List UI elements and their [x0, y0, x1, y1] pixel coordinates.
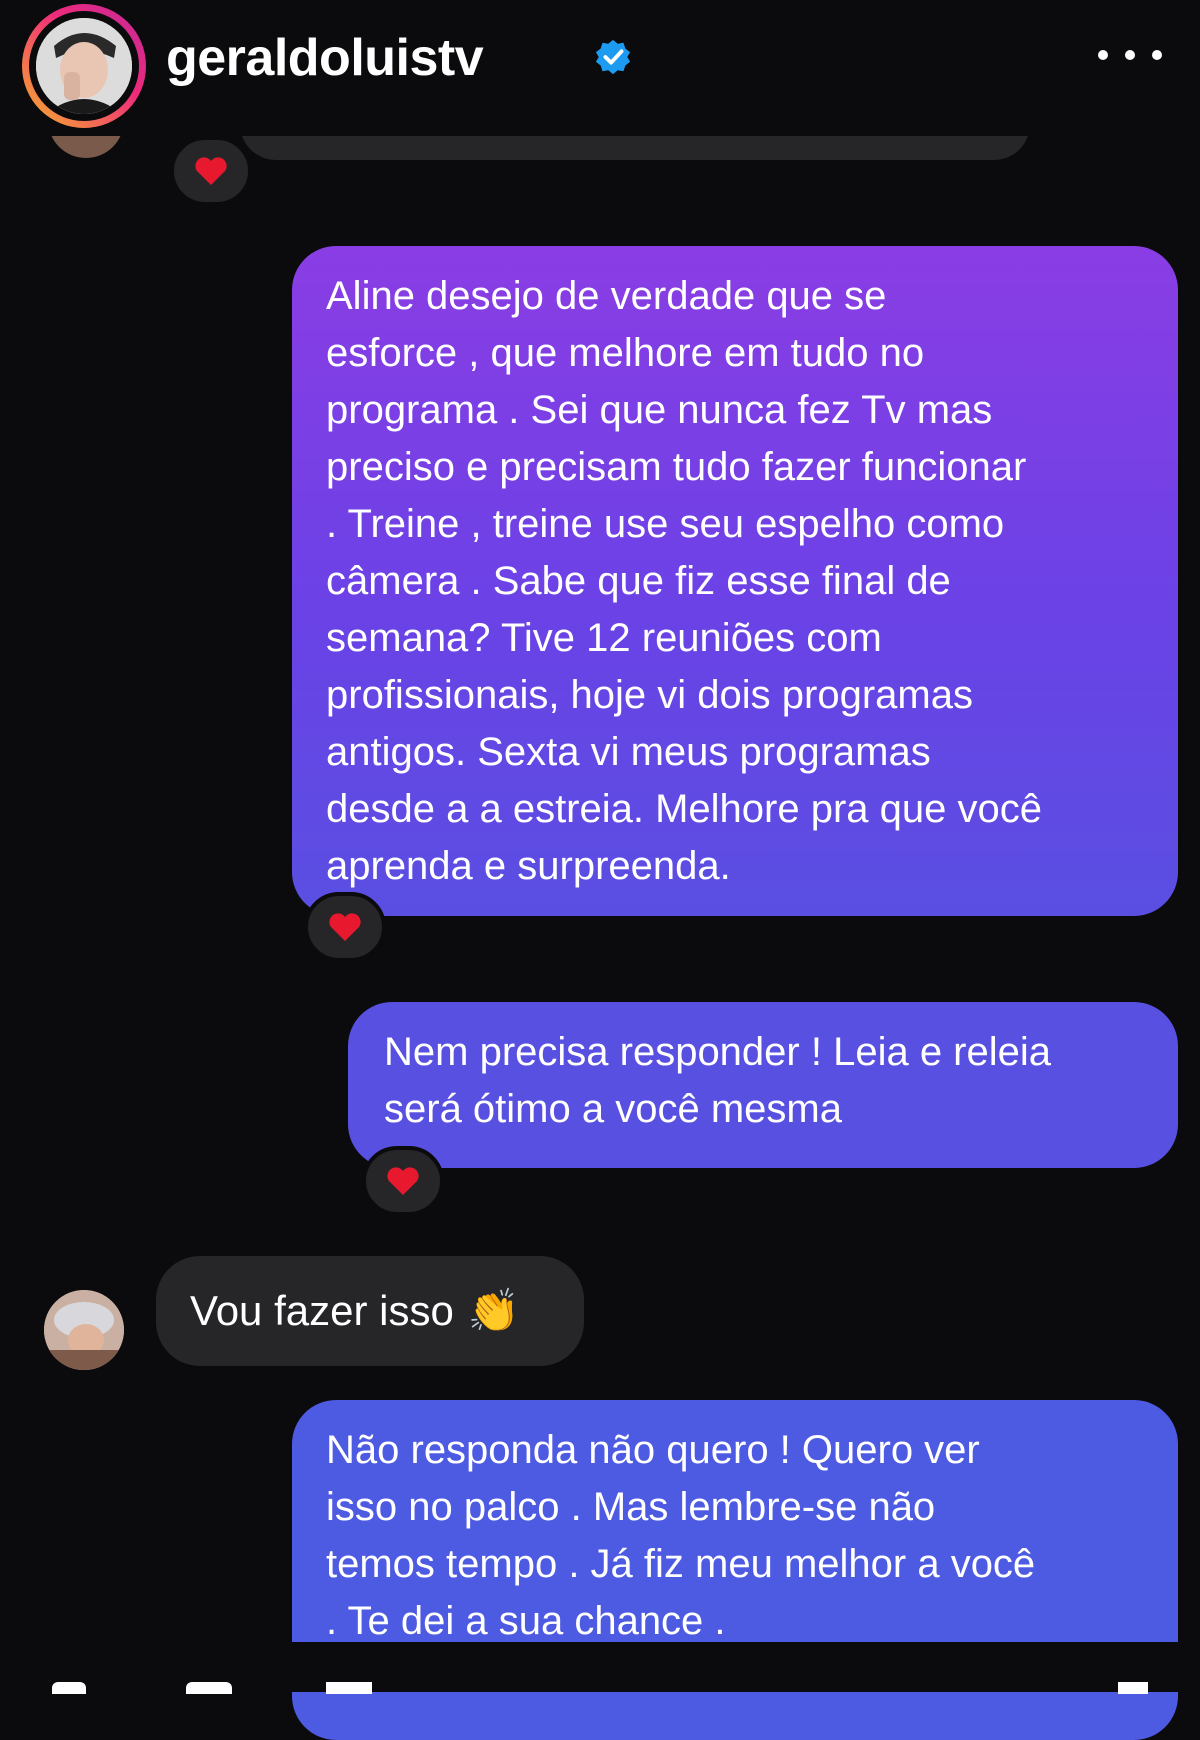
message-line: Nem precisa responder ! Leia e releia [384, 1030, 1052, 1074]
heart-icon [387, 1167, 419, 1195]
message-line: Não responda não quero ! Quero ver [326, 1428, 980, 1472]
outgoing-message-bubble[interactable]: Aline desejo de verdade que se esforce ,… [292, 246, 1178, 916]
message-line: . Treine , treine use seu espelho como [326, 502, 1005, 546]
message-line: câmera . Sabe que fiz esse final de [326, 559, 951, 603]
save-icon[interactable] [1118, 1682, 1148, 1694]
profile-avatar[interactable] [22, 4, 146, 128]
message-line: antigos. Sexta vi meus programas [326, 730, 931, 774]
chat-header: geraldoluistv [0, 0, 1200, 136]
message-line: semana? Tive 12 reuniões com [326, 616, 882, 660]
heart-reaction[interactable] [170, 136, 252, 206]
message-line: isso no palco . Mas lembre-se não [326, 1485, 936, 1529]
outgoing-message-bubble[interactable]: Nem precisa responder ! Leia e releia se… [348, 1002, 1178, 1168]
more-options-icon[interactable] [1098, 40, 1162, 70]
avatar-photo [36, 18, 132, 114]
message-line: esforce , que melhore em tudo no [326, 331, 925, 375]
sender-avatar[interactable] [44, 1290, 124, 1370]
bottom-toolbar [0, 1642, 1200, 1694]
message-line: desde a a estreia. Melhore pra que você [326, 787, 1042, 831]
message-text: Vou fazer isso [190, 1287, 454, 1334]
message-line: temos tempo . Já fiz meu melhor a você [326, 1542, 1036, 1586]
message-line: Aline desejo de verdade que se [326, 274, 887, 318]
heart-icon [329, 913, 361, 941]
username[interactable]: geraldoluistv [166, 28, 484, 88]
incoming-message-bubble[interactable]: Vou fazer isso 👏 [156, 1256, 584, 1366]
like-icon[interactable] [52, 1682, 86, 1694]
verified-badge-icon [595, 39, 631, 75]
message-line: profissionais, hoje vi dois programas [326, 673, 973, 717]
comment-icon[interactable] [186, 1682, 232, 1694]
message-line: aprenda e surpreenda. [326, 844, 731, 888]
heart-icon [195, 157, 227, 185]
message-line: preciso e precisam tudo fazer funcionar [326, 445, 1027, 489]
message-line: programa . Sei que nunca fez Tv mas [326, 388, 993, 432]
heart-reaction[interactable] [362, 1146, 444, 1216]
message-line: será ótimo a você mesma [384, 1087, 842, 1131]
share-icon[interactable] [326, 1682, 372, 1694]
heart-reaction[interactable] [304, 892, 386, 962]
clapping-hands-icon: 👏 [467, 1286, 521, 1335]
